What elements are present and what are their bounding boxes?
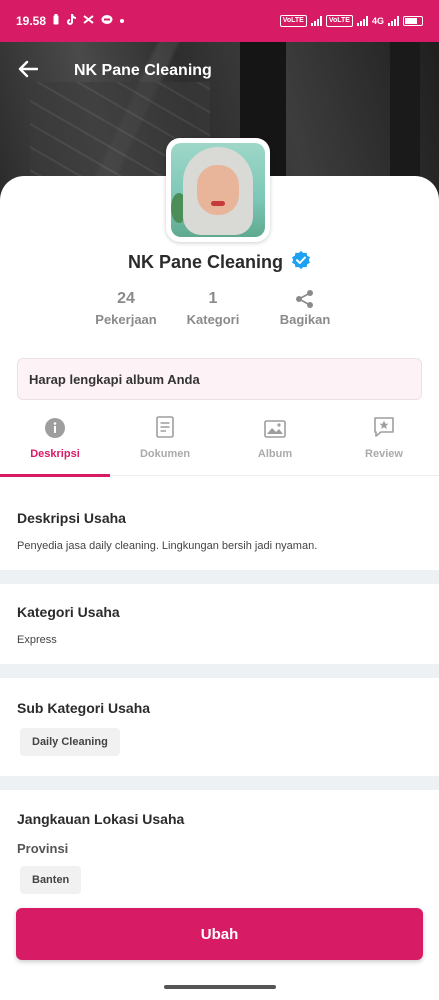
status-bar: 19.58 VoLTE VoLTE 4G (0, 0, 439, 42)
stat-label: Kategori (186, 312, 240, 327)
verified-badge-icon (291, 250, 311, 275)
image-icon (220, 410, 330, 438)
more-notifications-dot (120, 19, 125, 23)
section-text: Express (17, 634, 57, 646)
arrow-left-icon (18, 60, 39, 83)
tiktok-icon (66, 14, 77, 28)
ubah-button[interactable]: Ubah (16, 908, 423, 960)
volte-label: VoLTE (279, 15, 307, 27)
stat-kategori: 1 Kategori (176, 288, 250, 327)
network-type-label: 4G (371, 16, 384, 26)
section-title: Jangkauan Lokasi Usaha (17, 811, 185, 827)
star-comment-icon (329, 410, 439, 438)
divider (0, 570, 439, 584)
status-time: 19.58 (16, 14, 47, 28)
volte-label-2: VoLTE (325, 15, 353, 27)
section-title: Kategori Usaha (17, 604, 120, 620)
tab-label: Album (257, 448, 293, 460)
app-bar: NK Pane Cleaning (0, 42, 439, 100)
section-deskripsi-usaha: Deskripsi Usaha Penyedia jasa daily clea… (0, 510, 439, 552)
avatar[interactable] (166, 138, 270, 242)
signal-icon-3 (388, 16, 399, 26)
chip-sub-kategori: Daily Cleaning (20, 728, 120, 756)
stat-value: 24 (117, 290, 135, 307)
tab-label: Deskripsi (30, 448, 80, 460)
section-text: Penyedia jasa daily cleaning. Lingkungan… (17, 540, 318, 552)
section-sub-kategori-usaha: Sub Kategori Usaha Daily Cleaning (0, 700, 439, 756)
app-bar-title: NK Pane Cleaning (74, 62, 212, 79)
document-icon (110, 410, 220, 438)
section-subtitle: Provinsi (17, 841, 69, 856)
album-notice-text: Harap lengkapi album Anda (29, 371, 200, 387)
avatar-photo (171, 143, 265, 237)
chat-app-icon (101, 14, 113, 28)
tab-label: Dokumen (139, 448, 191, 460)
tab-label: Review (365, 448, 403, 460)
album-notice[interactable]: Harap lengkapi album Anda (17, 358, 422, 400)
stat-pekerjaan: 24 Pekerjaan (86, 288, 166, 327)
stat-label: Pekerjaan (95, 312, 157, 327)
info-icon (0, 410, 110, 438)
share-icon (268, 288, 342, 310)
signal-icon-2 (356, 16, 368, 26)
tab-bar: Deskripsi Dokumen Album Review (0, 410, 439, 477)
tab-album[interactable]: Album (220, 410, 330, 476)
divider (0, 664, 439, 678)
section-kategori-usaha: Kategori Usaha Express (0, 604, 439, 646)
section-title: Sub Kategori Usaha (17, 700, 151, 716)
store-name: NK Pane Cleaning (127, 252, 284, 272)
tab-dokumen[interactable]: Dokumen (110, 410, 220, 476)
battery-saver-icon (53, 14, 59, 28)
store-name-row: NK Pane Cleaning (0, 250, 439, 275)
back-button[interactable] (0, 42, 56, 100)
section-title: Deskripsi Usaha (17, 510, 126, 526)
stat-value: 1 (208, 290, 218, 307)
share-button[interactable]: Bagikan (268, 288, 342, 327)
tab-review[interactable]: Review (329, 410, 439, 476)
home-indicator[interactable] (164, 985, 276, 989)
battery-icon (403, 16, 423, 26)
section-jangkauan-lokasi: Jangkauan Lokasi Usaha Provinsi Banten (0, 811, 439, 894)
divider (0, 776, 439, 790)
capcut-icon (83, 14, 94, 28)
share-label: Bagikan (279, 312, 331, 327)
chip-provinsi: Banten (20, 866, 82, 894)
tab-deskripsi[interactable]: Deskripsi (0, 410, 110, 477)
signal-icon (310, 16, 322, 26)
